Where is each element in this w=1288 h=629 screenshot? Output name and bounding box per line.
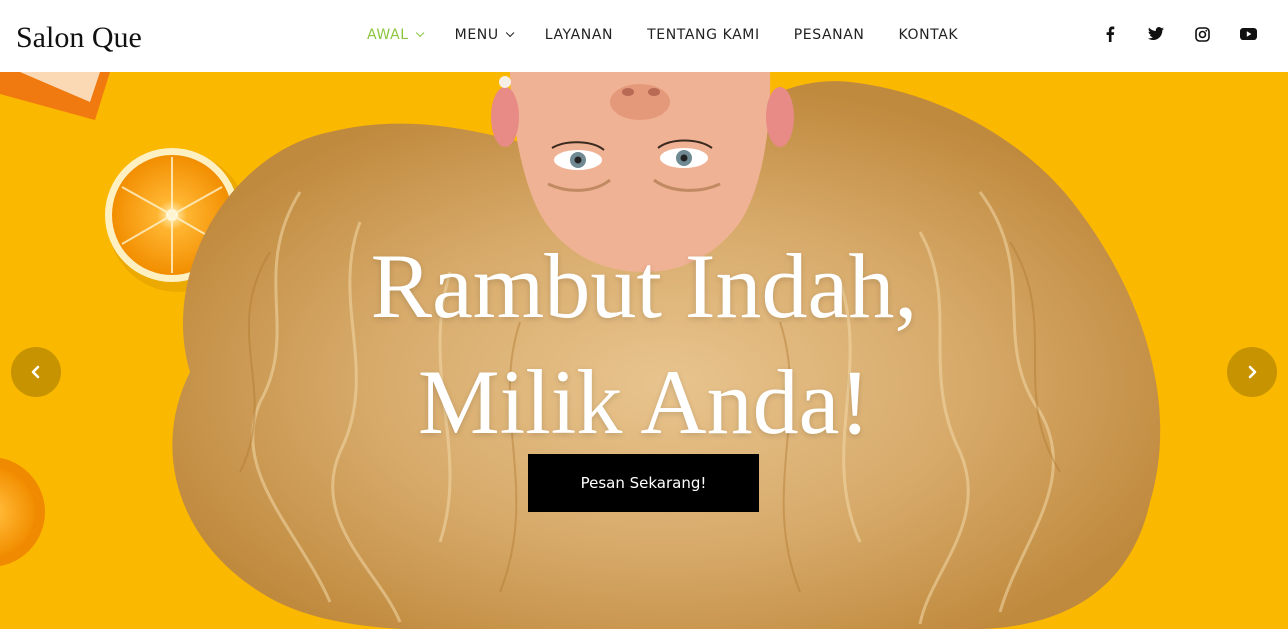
nav-item-label: LAYANAN bbox=[544, 27, 614, 43]
book-now-button[interactable]: Pesan Sekarang! bbox=[528, 454, 759, 512]
slider-prev-button[interactable] bbox=[11, 347, 61, 397]
twitter-icon[interactable] bbox=[1144, 22, 1168, 46]
hero-headline-line2: Milik Anda! bbox=[417, 351, 871, 453]
nav-item-pesanan[interactable]: PESANAN bbox=[794, 27, 865, 43]
chevron-down-icon bbox=[415, 28, 425, 38]
nav-item-label: MENU bbox=[454, 27, 499, 43]
site-logo[interactable]: Salon Que bbox=[16, 18, 142, 58]
site-header: Salon Que AWAL MENU LAYANAN TENTANG KAMI… bbox=[0, 0, 1288, 72]
chevron-down-icon bbox=[505, 28, 515, 38]
social-links bbox=[1098, 22, 1282, 46]
nav-item-layanan[interactable]: LAYANAN bbox=[545, 27, 613, 43]
youtube-icon[interactable] bbox=[1236, 22, 1260, 46]
chevron-left-icon bbox=[31, 365, 40, 379]
nav-item-label: TENTANG KAMI bbox=[647, 27, 760, 43]
hero-headline-line1: Rambut Indah, bbox=[370, 235, 918, 337]
nav-item-label: KONTAK bbox=[898, 27, 959, 43]
chevron-right-icon bbox=[1248, 365, 1257, 379]
main-nav: AWAL MENU LAYANAN TENTANG KAMI PESANAN K… bbox=[367, 24, 992, 46]
nav-item-label: AWAL bbox=[367, 27, 409, 43]
nav-item-menu[interactable]: MENU bbox=[454, 27, 515, 43]
nav-item-label: PESANAN bbox=[793, 27, 865, 43]
hero-headline: Rambut Indah, Milik Anda! bbox=[244, 228, 1044, 460]
nav-item-awal[interactable]: AWAL bbox=[367, 27, 425, 43]
hero-slider: Rambut Indah, Milik Anda! Pesan Sekarang… bbox=[0, 72, 1288, 629]
facebook-icon[interactable] bbox=[1098, 22, 1122, 46]
nav-item-kontak[interactable]: KONTAK bbox=[898, 27, 958, 43]
nav-item-tentang-kami[interactable]: TENTANG KAMI bbox=[647, 27, 760, 43]
slider-next-button[interactable] bbox=[1227, 347, 1277, 397]
instagram-icon[interactable] bbox=[1190, 22, 1214, 46]
